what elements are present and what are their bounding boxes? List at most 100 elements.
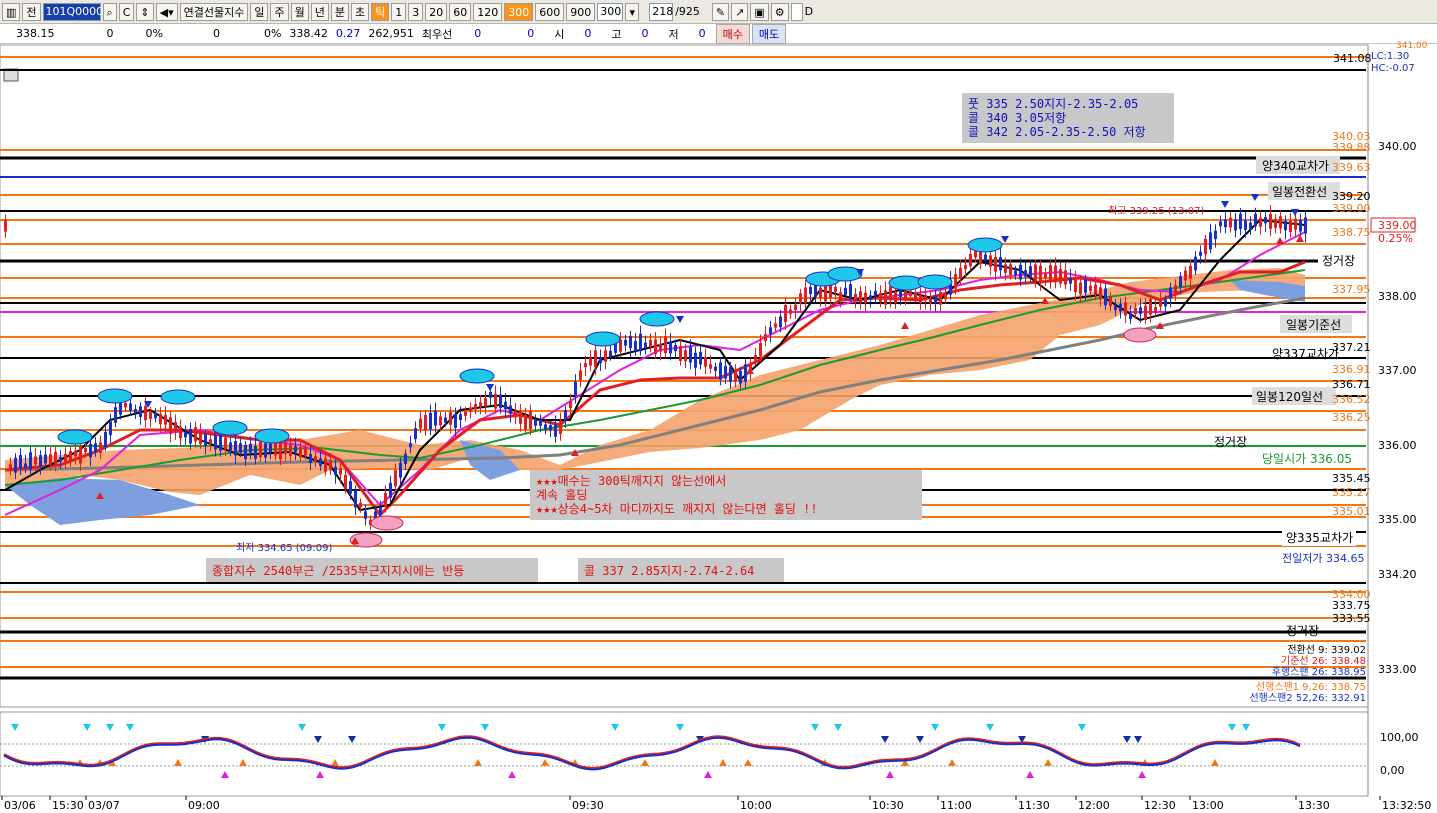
period-day[interactable]: 일 <box>250 2 269 21</box>
chart-canvas[interactable]: 풋 335 2.50지지-2.35-2.05 콜 340 3.05저항 콜 34… <box>0 0 1437 813</box>
period-second[interactable]: 초 <box>350 2 370 21</box>
candle-body <box>789 309 792 314</box>
period-month[interactable]: 월 <box>290 2 309 21</box>
info-v10: 0 <box>474 27 482 40</box>
signal-ellipse-cyan <box>917 274 953 290</box>
osc-arrow-orange-icon <box>719 759 727 766</box>
d-checkbox[interactable] <box>790 2 803 21</box>
candle-body <box>109 421 112 436</box>
interval-300[interactable]: 300 <box>504 2 534 21</box>
candle-body <box>644 342 647 349</box>
arrow-down-icon <box>1291 209 1299 216</box>
candle-body <box>884 290 887 305</box>
arrow-down-icon <box>144 401 152 408</box>
candle-body <box>734 369 737 382</box>
arrow-up-icon <box>1276 237 1284 244</box>
candle-body <box>314 456 317 461</box>
toolbar-item-jeon[interactable]: 전 <box>22 2 41 21</box>
osc-arrow-cyan-icon <box>438 724 446 731</box>
interval-3[interactable]: 3 <box>408 2 424 21</box>
price-axis-label: 335.01 <box>1332 505 1371 518</box>
sell-button[interactable]: 매도 <box>751 23 787 44</box>
candle-body <box>414 428 417 440</box>
line-tool-icon[interactable]: ↗ <box>731 2 749 21</box>
arrow-down-icon <box>486 384 494 391</box>
candle-body <box>1269 213 1272 229</box>
candle-body <box>9 464 12 470</box>
candle-body <box>479 402 482 407</box>
info-price: 338.15 <box>16 27 55 40</box>
candle-body <box>1084 279 1087 293</box>
legend-base: 기준선 26: 338.48 <box>1281 655 1366 667</box>
price-axis-label: 339.88 <box>1332 141 1371 154</box>
chart-type-icon[interactable]: ▥ <box>2 2 21 21</box>
price-axis-label: 336.00 <box>1378 439 1417 452</box>
save-icon[interactable]: ▣ <box>750 2 769 21</box>
interval-600[interactable]: 600 <box>535 2 565 21</box>
osc-arrow-orange-icon <box>821 759 829 766</box>
candle-body <box>194 427 197 442</box>
candle-body <box>59 457 62 462</box>
candle-body <box>129 403 132 411</box>
price-axis: 341.08340.03339.88 340.00339.63339.20339.… <box>1332 52 1417 676</box>
period-week[interactable]: 주 <box>270 2 289 21</box>
arrow-up-icon <box>96 492 104 499</box>
price-axis-label: 338.00 <box>1378 290 1417 303</box>
info-v4: 0 <box>212 27 220 40</box>
info-change-pct: 0% <box>145 27 163 40</box>
arrow-down-icon <box>1001 236 1009 243</box>
osc-arrow-cyan-icon <box>83 724 91 731</box>
signal-ellipse-cyan <box>827 266 863 282</box>
speaker-icon[interactable]: ◀▾ <box>155 2 178 21</box>
price-axis-label: 336.91 <box>1332 363 1371 376</box>
time-label: 03/06 <box>4 799 36 812</box>
candle-body <box>969 254 972 267</box>
interval-1[interactable]: 1 <box>391 2 407 21</box>
interval-20[interactable]: 20 <box>425 2 448 21</box>
candle-body <box>364 511 367 519</box>
candle-body <box>1164 299 1167 307</box>
panel-toggle-icon[interactable] <box>3 68 19 82</box>
candle-body <box>289 444 292 456</box>
osc-arrow-orange-icon <box>76 759 84 766</box>
interval-input[interactable]: 300 <box>597 2 624 21</box>
interval-dropdown-icon[interactable]: ▾ <box>625 2 640 21</box>
candle-body <box>284 441 287 454</box>
search-icon[interactable]: ⌕ <box>102 2 117 21</box>
chart-toolbar: ▥ 전 101Q0000 ⌕ C ⇕ ◀▾ 연결선물지수 일 주 월 년 분 초… <box>0 0 1437 24</box>
label-yang340: 양340교차가 <box>1262 159 1329 173</box>
candle-body <box>729 367 732 382</box>
code-input[interactable]: 101Q0000 <box>42 2 103 21</box>
instrument-label[interactable]: 연결선물지수 <box>179 2 249 21</box>
interval-900[interactable]: 900 <box>566 2 596 21</box>
candle-body <box>119 403 122 415</box>
candle-body <box>934 295 937 304</box>
annotation-box-low-left: 종합지수 2540부근 /2535부근지지시에는 반등 <box>206 558 538 582</box>
compare-icon[interactable]: C <box>118 2 135 21</box>
candle-body <box>869 295 872 300</box>
buy-button[interactable]: 매수 <box>715 23 750 44</box>
period-tick[interactable]: 틱 <box>371 2 390 21</box>
signal-ellipse-cyan <box>967 237 1003 253</box>
arrow-up-icon <box>571 449 579 456</box>
period-year[interactable]: 년 <box>310 2 329 21</box>
interval-120[interactable]: 120 <box>473 2 503 21</box>
annotation-line: 계속 홀딩 <box>536 488 587 502</box>
period-minute[interactable]: 분 <box>330 2 349 21</box>
line-red-base <box>4 260 1306 518</box>
interval-60[interactable]: 60 <box>449 2 472 21</box>
count-input[interactable]: 218 <box>649 2 674 21</box>
candle-body <box>1114 305 1117 311</box>
osc-arrow-cyan-icon <box>834 724 842 731</box>
candle-body <box>1299 220 1302 232</box>
candle-body <box>694 352 697 368</box>
info-high: 0 <box>641 27 649 40</box>
gear-icon[interactable]: ⚙ <box>770 2 789 21</box>
candle-body <box>19 454 22 469</box>
candle-body <box>1044 273 1047 278</box>
candle-body <box>639 333 642 352</box>
draw-tool-icon[interactable]: ✎ <box>711 2 730 21</box>
time-label: 11:00 <box>940 799 972 812</box>
candle-body <box>564 410 567 421</box>
stepper-icon[interactable]: ⇕ <box>136 2 154 21</box>
